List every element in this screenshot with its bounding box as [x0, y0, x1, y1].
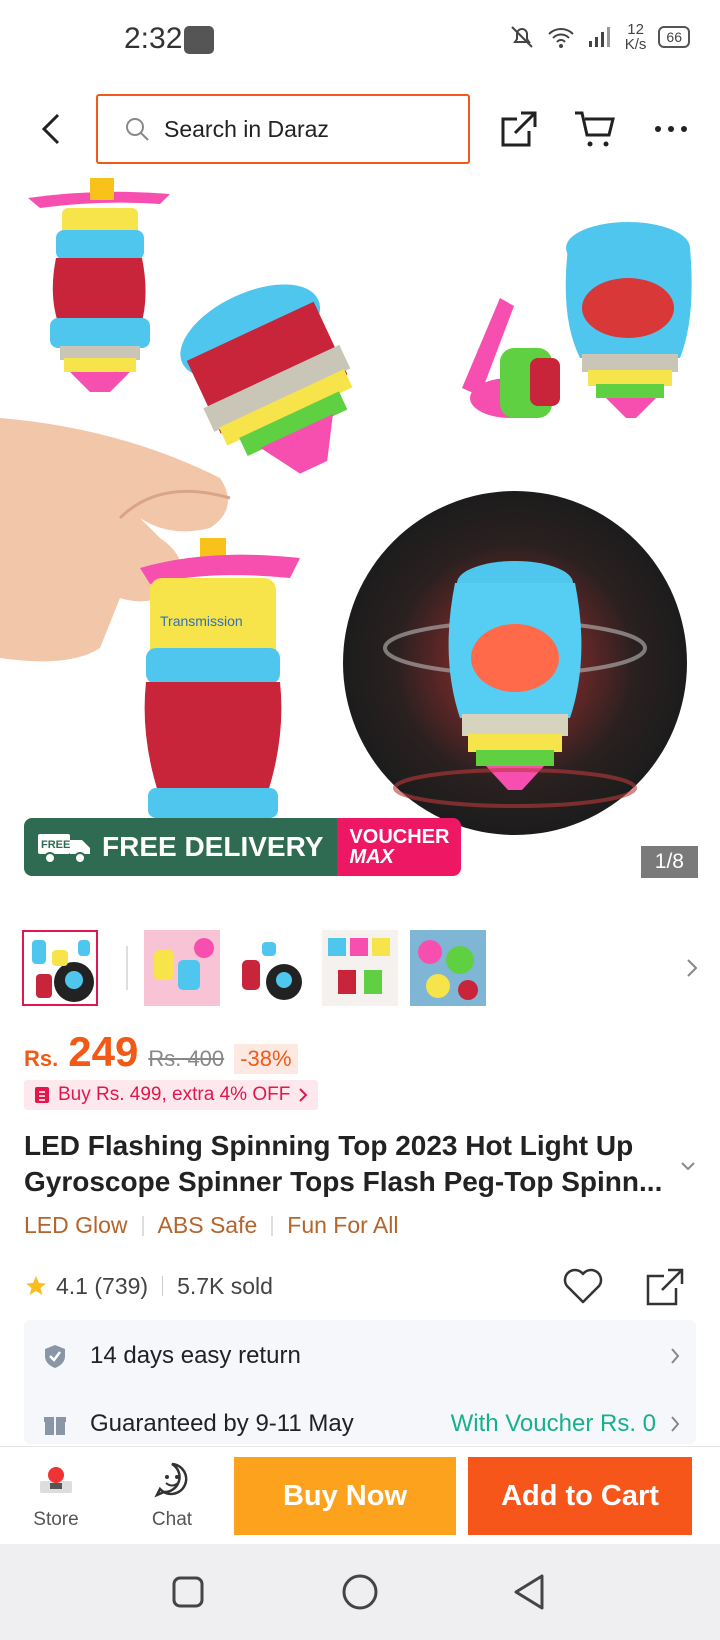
price-row: Rs. 249 Rs. 400 -38% [24, 1028, 298, 1076]
expand-title-button[interactable] [676, 1154, 700, 1178]
thumbnail-3[interactable] [232, 930, 308, 1006]
speed-value: 12 [627, 21, 644, 38]
voucher-link[interactable]: With Voucher Rs. 0 [451, 1410, 656, 1438]
tag-divider [141, 1215, 144, 1236]
home-icon[interactable] [340, 1572, 380, 1612]
chat-label: Chat [151, 1509, 193, 1530]
bottom-action-bar: Store Chat Buy Now Add to Cart [0, 1446, 720, 1544]
sold-count: 5.7K sold [177, 1272, 273, 1299]
product-label: Transmission [160, 613, 243, 629]
network-speed: 12 K/s [625, 22, 647, 52]
status-icons: 12 K/s 66 [509, 22, 690, 52]
search-input[interactable]: Search in Daraz [96, 94, 470, 164]
service-info-box: 14 days easy return Guaranteed by 9-11 M… [24, 1320, 696, 1444]
mute-bell-icon [511, 26, 533, 48]
thumbnail-strip [22, 930, 702, 1008]
back-button[interactable] [30, 106, 70, 152]
product-title-line-2: Gyroscope Spinner Tops Flash Peg-Top Spi… [24, 1166, 663, 1197]
status-bar: 2:32 12 K/s 66 [0, 0, 720, 80]
thumbnail-image [232, 930, 308, 1006]
chat-button[interactable]: Chat [132, 1459, 212, 1531]
share-product-icon[interactable] [644, 1266, 686, 1308]
battery-indicator: 66 [658, 26, 690, 48]
thumbnail-next-button[interactable] [682, 950, 702, 986]
tag-divider [271, 1215, 274, 1236]
thumbnail-divider [126, 946, 128, 990]
add-to-cart-button[interactable]: Add to Cart [468, 1457, 692, 1535]
thumbnail-image [24, 932, 96, 1004]
product-image-gallery[interactable]: Transmission FREE FREE DELIVERY VOUCHER … [0, 178, 720, 898]
thumbnail-image [322, 930, 398, 1006]
product-title-line-1: LED Flashing Spinning Top 2023 Hot Light… [24, 1130, 634, 1161]
star-icon [26, 1276, 46, 1295]
promo-banner: FREE FREE DELIVERY VOUCHER MAX [24, 818, 462, 876]
max-text: MAX [349, 846, 394, 868]
product-title: LED Flashing Spinning Top 2023 Hot Light… [24, 1128, 664, 1200]
thumbnail-4[interactable] [322, 930, 398, 1006]
return-policy-text: 14 days easy return [90, 1342, 301, 1369]
thumbnail-1[interactable] [22, 930, 98, 1006]
price-currency: Rs. [24, 1046, 59, 1071]
coupon-icon [35, 1087, 49, 1103]
recent-apps-icon[interactable] [168, 1572, 208, 1612]
voucher-max-badge: VOUCHER MAX [337, 818, 462, 876]
tag-led-glow: LED Glow [24, 1212, 128, 1238]
cart-icon [575, 111, 615, 147]
product-tags: LED Glow ABS Safe Fun For All [24, 1212, 399, 1239]
store-button[interactable]: Store [16, 1459, 96, 1531]
product-image: Transmission [0, 178, 692, 835]
top-header: Search in Daraz [0, 80, 720, 178]
speed-unit: K/s [624, 36, 647, 53]
truck-icon: FREE [38, 834, 90, 864]
image-pager: 1/8 [640, 846, 698, 878]
rating-value[interactable]: 4.1 (739) [56, 1273, 148, 1300]
thumbnail-image [144, 930, 220, 1006]
store-label: Store [33, 1509, 79, 1530]
tag-abs-safe: ABS Safe [157, 1212, 258, 1238]
more-dots-icon [655, 126, 687, 132]
bundle-offer-chip[interactable]: Buy Rs. 499, extra 4% OFF [24, 1080, 319, 1110]
rating-row: 4.1 (739) 5.7K sold [24, 1266, 700, 1306]
buy-now-button[interactable]: Buy Now [234, 1457, 456, 1535]
notification-icon [184, 26, 214, 54]
tag-fun-for-all: Fun For All [287, 1212, 399, 1238]
rating-divider [162, 1276, 164, 1296]
search-icon [126, 118, 149, 141]
free-delivery-text: FREE DELIVERY [102, 831, 324, 862]
discount-badge: -38% [234, 1044, 298, 1074]
store-logo-icon [40, 1467, 72, 1493]
thumbnail-image [410, 930, 486, 1006]
chevron-right-icon [671, 1416, 680, 1432]
cart-button[interactable] [572, 106, 618, 152]
chevron-left-icon [41, 113, 60, 145]
wifi-icon [548, 28, 574, 48]
chevron-right-icon [671, 1348, 680, 1364]
search-placeholder: Search in Daraz [164, 115, 329, 142]
share-button[interactable] [496, 106, 542, 152]
wishlist-heart-icon[interactable] [562, 1266, 604, 1306]
back-nav-icon[interactable] [510, 1572, 550, 1612]
system-nav-bar [0, 1544, 720, 1640]
thumbnail-5[interactable] [410, 930, 486, 1006]
chat-icon [154, 1462, 188, 1498]
chevron-right-icon [687, 959, 698, 977]
voucher-text: VOUCHER [349, 826, 450, 848]
chevron-right-icon [299, 1088, 308, 1102]
share-icon [501, 111, 537, 147]
shield-check-icon [45, 1345, 65, 1368]
free-badge-text: FREE [41, 839, 70, 851]
delivery-guarantee-text: Guaranteed by 9-11 May [90, 1410, 354, 1437]
return-policy-row[interactable]: 14 days easy return [24, 1326, 696, 1386]
thumbnail-2[interactable] [144, 930, 220, 1006]
signal-icon [588, 27, 610, 47]
bundle-offer-text: Buy Rs. 499, extra 4% OFF [58, 1084, 291, 1105]
original-price: Rs. 400 [148, 1046, 225, 1071]
status-time: 2:32 [124, 22, 183, 55]
current-price: 249 [68, 1028, 139, 1075]
more-button[interactable] [648, 106, 694, 152]
gift-box-icon [44, 1417, 66, 1435]
delivery-guarantee-row[interactable]: Guaranteed by 9-11 May With Voucher Rs. … [24, 1394, 696, 1444]
free-delivery-badge: FREE FREE DELIVERY [24, 818, 338, 876]
